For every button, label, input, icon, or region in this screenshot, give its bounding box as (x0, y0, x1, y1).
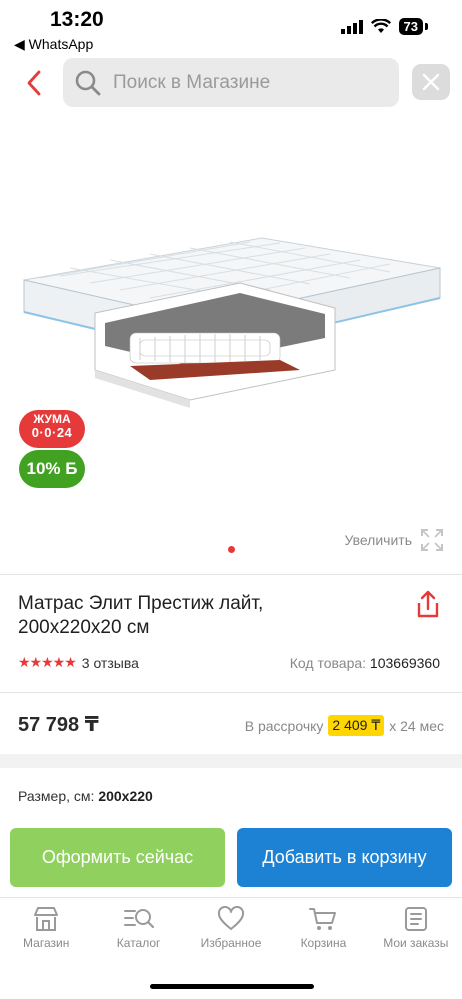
rating-stars-icon: ★★★★★ (18, 654, 77, 670)
battery-level: 73 (398, 18, 423, 35)
installment-label: В рассрочку (244, 717, 324, 734)
tab-orders[interactable]: Мои заказы (370, 898, 462, 967)
divider (0, 692, 462, 693)
catalog-search-icon (123, 909, 154, 929)
size-selector[interactable]: Размер, см: 200x220 (18, 788, 153, 804)
reviews-count[interactable]: 3 отзыва (82, 655, 139, 671)
wifi-icon (370, 19, 391, 33)
product-code-value: 103669360 (369, 655, 440, 671)
cart-icon (309, 908, 337, 930)
product-code-label: Код товара: (289, 655, 367, 671)
signal-icon (340, 19, 363, 34)
back-button[interactable] (18, 66, 50, 100)
back-to-app-link[interactable]: ◀ WhatsApp (14, 36, 93, 53)
product-price: 57 798 ₸ (18, 714, 99, 736)
gallery-page-indicator (228, 546, 235, 553)
close-search-button[interactable] (412, 64, 450, 100)
share-icon (417, 590, 439, 618)
order-now-button[interactable]: Оформить сейчас (10, 828, 225, 887)
tab-favorites[interactable]: Избранное (185, 898, 277, 967)
bonus-badge: 10% Б (19, 450, 85, 488)
bottom-tab-bar: Магазин Каталог Избранное Корзина Мои за… (0, 897, 462, 967)
installment-term: x 24 мес (389, 717, 444, 734)
tab-shop[interactable]: Магазин (0, 898, 92, 967)
share-button[interactable] (414, 590, 442, 620)
tab-orders-label: Мои заказы (383, 936, 449, 950)
search-icon (75, 70, 101, 95)
tab-shop-label: Магазин (23, 936, 70, 950)
divider (0, 574, 462, 575)
close-icon (422, 73, 440, 91)
status-time: 13:20 (50, 8, 104, 31)
zoom-label: Увеличить (344, 532, 412, 548)
add-to-cart-button[interactable]: Добавить в корзину (237, 828, 452, 887)
tab-cart[interactable]: Корзина (277, 898, 369, 967)
search-bar[interactable] (63, 58, 399, 107)
installment-info[interactable]: В рассрочку 2 409 ₸ x 24 мес (245, 715, 444, 736)
product-code: Код товара: 103669360 (290, 655, 440, 671)
sale-badge-timer: 0·0·24 (31, 424, 73, 440)
heart-icon (218, 906, 245, 930)
size-value: 200x220 (98, 788, 153, 804)
zoom-button[interactable]: Увеличить (344, 528, 444, 552)
home-indicator (150, 984, 314, 989)
orders-icon (404, 907, 427, 931)
section-separator (0, 754, 462, 768)
search-header (0, 58, 462, 108)
tab-favorites-label: Избранное (200, 936, 262, 950)
product-image[interactable] (0, 108, 462, 568)
tab-catalog-label: Каталог (116, 936, 161, 950)
status-indicators: 73 (340, 18, 428, 35)
tab-cart-label: Корзина (300, 936, 347, 950)
friday-sale-badge: ЖУМА 0·0·24 (19, 410, 85, 448)
product-gallery[interactable]: ЖУМА 0·0·24 10% Б Увеличить (0, 108, 462, 568)
battery-icon (425, 23, 428, 30)
product-title: Матрас Элит Престиж лайт, 200x220x20 см (18, 593, 264, 638)
search-input[interactable] (113, 71, 383, 94)
chevron-left-icon (27, 70, 41, 96)
installment-amount: 2 409 ₸ (328, 715, 385, 736)
sale-badge-title: ЖУМА (33, 412, 71, 426)
rating-row[interactable]: ★★★★★ 3 отзыва (18, 654, 139, 671)
tab-catalog[interactable]: Каталог (92, 898, 184, 967)
status-bar: 13:20 ◀ WhatsApp 73 (0, 0, 462, 56)
size-label: Размер, см: (18, 788, 95, 804)
expand-icon (421, 529, 443, 551)
shop-icon (34, 907, 59, 931)
